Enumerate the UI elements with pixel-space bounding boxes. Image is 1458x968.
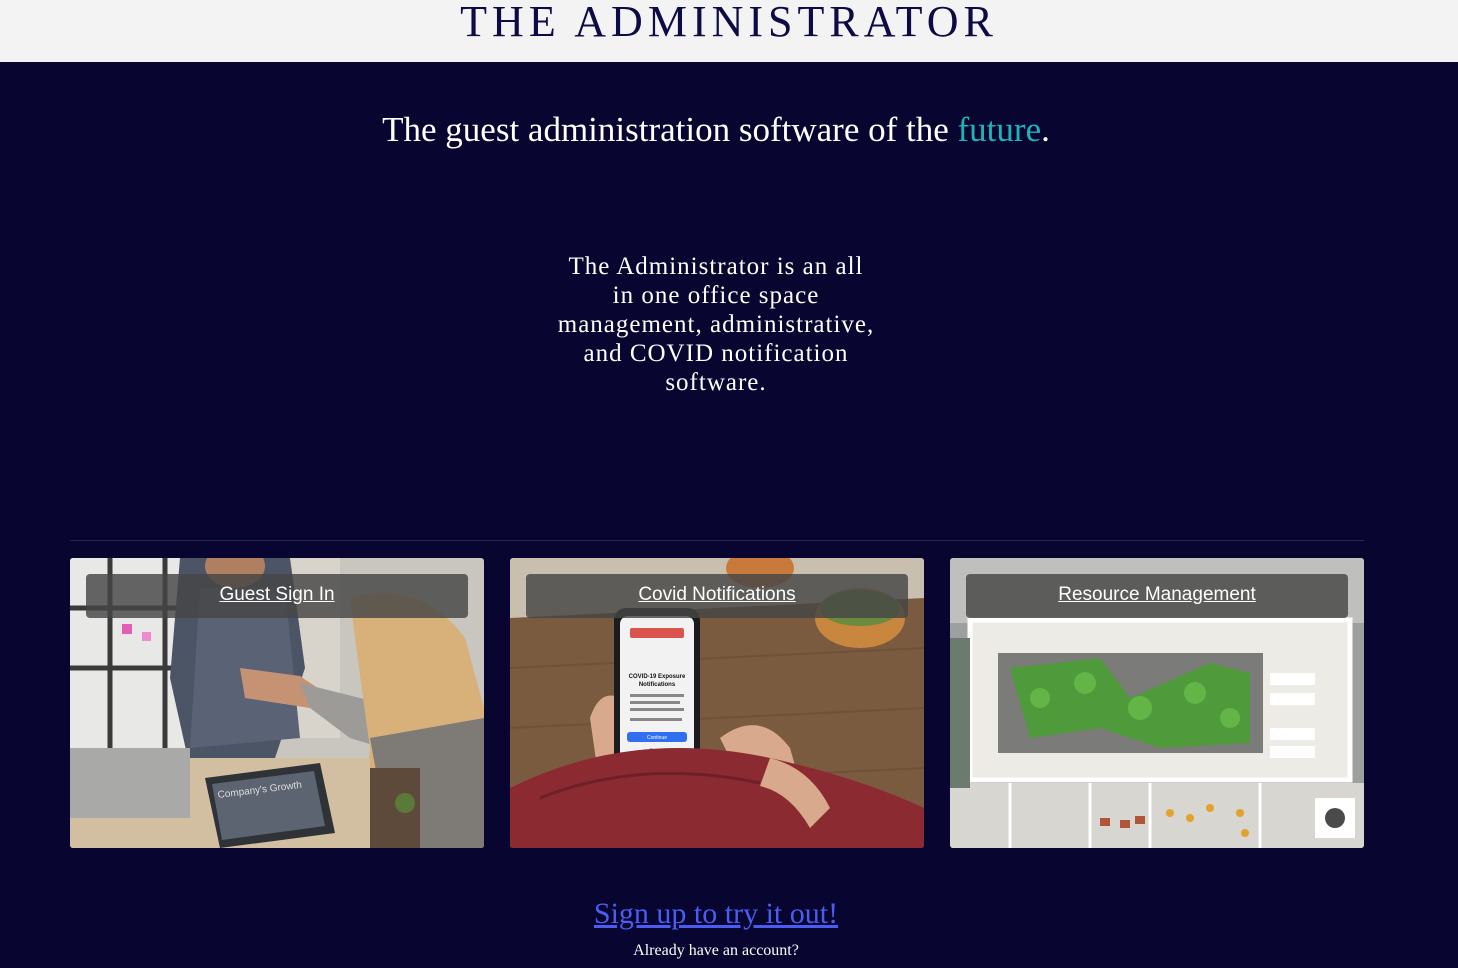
covid-notifications-link[interactable]: Covid Notifications [526, 574, 908, 618]
tagline-text: The guest administration software of the [382, 110, 958, 149]
signup-link[interactable]: Sign up to try it out! [0, 894, 1432, 934]
guest-sign-in-link[interactable]: Guest Sign In [86, 574, 468, 618]
tagline-accent-word: future [957, 110, 1042, 149]
site-title[interactable]: THE ADMINISTRATOR [0, 0, 1458, 50]
covid-notifications-card[interactable]: COVID-19 Exposure Notifications Continue… [510, 558, 924, 848]
hero-tagline: The guest administration software of the… [0, 108, 1432, 152]
resource-management-link[interactable]: Resource Management [966, 574, 1348, 618]
already-have-account-text[interactable]: Already have an account? [0, 940, 1432, 962]
resource-management-card[interactable]: Resource Management [950, 558, 1364, 848]
hero-description: The Administrator is an all in one offic… [557, 253, 875, 396]
top-bar: THE ADMINISTRATOR [0, 0, 1458, 62]
phone-continue-text: Continue [647, 735, 667, 741]
tagline-period: . [1041, 110, 1050, 149]
guest-sign-in-card[interactable]: Company's Growth Guest Sign In [70, 558, 484, 848]
section-divider [70, 540, 1364, 541]
phone-screen-title-line2: Notifications [639, 682, 676, 688]
phone-screen-title-line1: COVID-19 Exposure [629, 674, 686, 680]
